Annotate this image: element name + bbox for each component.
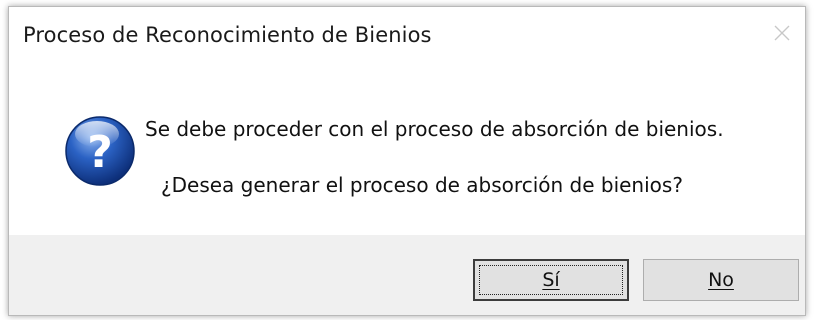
focus-ring (479, 265, 623, 295)
dialog-content: ? Se debe proceder con el proceso de abs… (9, 65, 805, 235)
svg-text:?: ? (87, 127, 113, 178)
message-line-2: ¿Desea generar el proceso de absorción d… (161, 173, 683, 197)
close-icon (774, 25, 790, 41)
dialog-title: Proceso de Reconocimiento de Bienios (23, 23, 432, 47)
button-bar: Sí No (9, 235, 805, 315)
message-dialog: Proceso de Reconocimiento de Bienios ? S… (8, 6, 806, 316)
message-line-1: Se debe proceder con el proceso de absor… (145, 117, 724, 141)
no-button-label: No (708, 269, 734, 291)
title-bar: Proceso de Reconocimiento de Bienios (9, 7, 805, 65)
close-button[interactable] (765, 17, 799, 49)
question-icon: ? (65, 116, 135, 186)
yes-button[interactable]: Sí (473, 259, 629, 301)
no-button[interactable]: No (643, 259, 799, 301)
